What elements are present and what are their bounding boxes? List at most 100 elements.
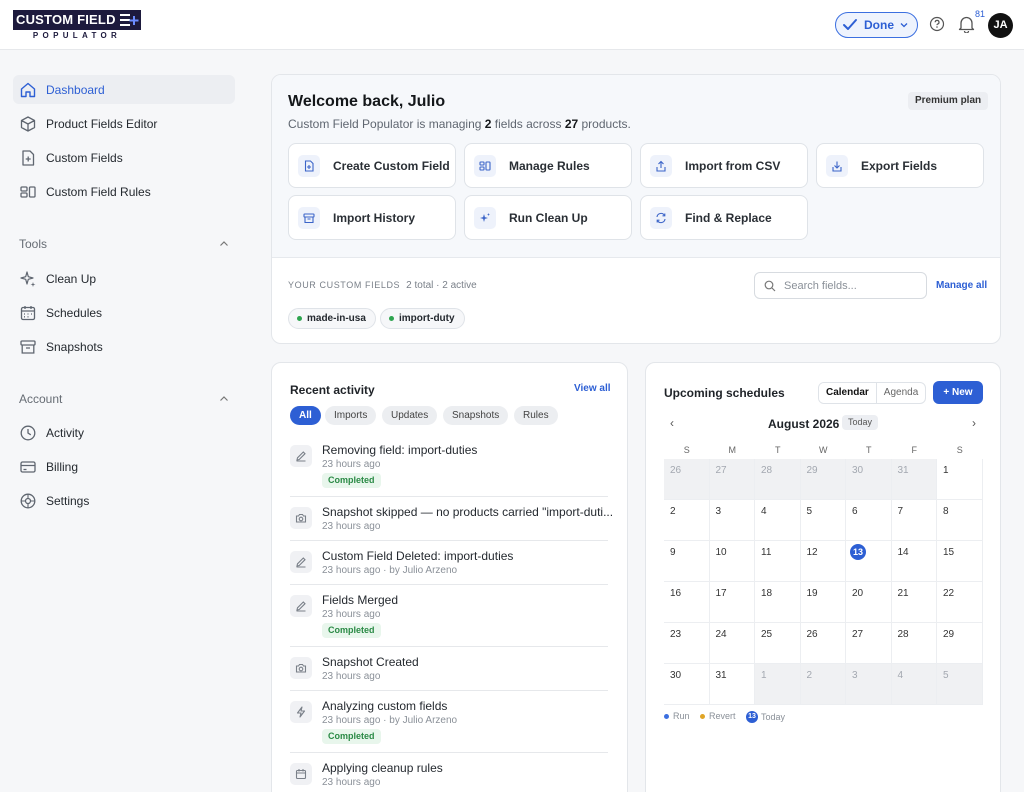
tab-all[interactable]: All [290,406,321,425]
divider [290,584,608,585]
tab-agenda[interactable]: Agenda [877,383,925,403]
bell-icon[interactable] [958,15,975,33]
import-from-csv-button[interactable]: Import from CSV [640,143,808,188]
field-chip-import-duty[interactable]: import-duty [380,308,465,329]
sidebar-item-activity[interactable]: Activity [13,418,235,447]
calendar-day[interactable]: 6 [846,500,892,541]
next-month-button[interactable]: › [972,416,976,430]
top-bar: CUSTOM FIELD POPULATOR Done 81 JA [0,0,1024,50]
day-number: 21 [897,588,909,599]
day-number: 3 [715,506,722,517]
action-label: Import History [333,210,416,225]
run-clean-up-button[interactable]: Run Clean Up [464,195,632,240]
sidebar-item-clean-up[interactable]: Clean Up [13,264,235,293]
calendar-day[interactable]: 7 [891,500,937,541]
tab-imports[interactable]: Imports [325,406,377,425]
calendar-day[interactable]: 17 [709,582,755,623]
calendar-day[interactable]: 2 [664,500,710,541]
tools-heading: Tools [19,237,48,251]
calendar-day[interactable]: 2 [800,664,846,705]
export-fields-button[interactable]: Export Fields [816,143,984,188]
calendar-day[interactable]: 1 [755,664,801,705]
tab-rules[interactable]: Rules [514,406,558,425]
calendar-day[interactable]: 28 [891,623,937,664]
done-button[interactable]: Done [835,12,918,38]
tab-updates[interactable]: Updates [382,406,438,425]
sidebar-item-billing[interactable]: Billing [13,452,235,481]
calendar-day[interactable]: 30 [846,459,892,500]
sidebar-item-product-fields-editor[interactable]: Product Fields Editor [13,109,235,138]
calendar-day[interactable]: 19 [800,582,846,623]
calendar-day[interactable]: 12 [800,541,846,582]
manage-rules-button[interactable]: Manage Rules [464,143,632,188]
calendar-day[interactable]: 27 [709,459,755,500]
sidebar-item-custom-field-rules[interactable]: Custom Field Rules [13,177,235,206]
calendar-day[interactable]: 25 [755,623,801,664]
day-number: 31 [897,465,909,476]
calendar-day[interactable]: 26 [664,459,710,500]
calendar-day[interactable]: 27 [846,623,892,664]
calendar-day[interactable]: 24 [709,623,755,664]
calendar-day[interactable]: 5 [800,500,846,541]
sidebar-item-dashboard[interactable]: Dashboard [13,75,235,104]
day-number: 29 [806,465,818,476]
find-and-replace-button[interactable]: Find & Replace [640,195,808,240]
calendar-day[interactable]: 5 [937,664,983,705]
sidebar-item-snapshots[interactable]: Snapshots [13,332,235,361]
calendar-day[interactable]: 15 [937,541,983,582]
sidebar-item-custom-fields[interactable]: Custom Fields [13,143,235,172]
calendar-day[interactable]: 30 [664,664,710,705]
prev-month-button[interactable]: ‹ [670,416,674,430]
sidebar-item-settings[interactable]: Settings [13,486,235,515]
manage-all-link[interactable]: Manage all [936,280,987,291]
calendar-day[interactable]: 1 [937,459,983,500]
today-button[interactable]: Today [842,415,879,430]
custom-fields-heading: YOUR CUSTOM FIELDS 2 total · 2 active [288,280,477,291]
day-number: 22 [943,588,955,599]
tab-calendar[interactable]: Calendar [819,383,877,403]
account-section-header[interactable]: Account [19,392,229,406]
calendar-day[interactable]: 26 [800,623,846,664]
import-history-button[interactable]: Import History [288,195,456,240]
calendar-day[interactable]: 29 [937,623,983,664]
day-number: 30 [670,670,682,681]
day-number: 7 [897,506,904,517]
calendar-day[interactable]: 23 [664,623,710,664]
tools-section-header[interactable]: Tools [19,237,229,251]
calendar-day[interactable]: 14 [891,541,937,582]
calendar-day[interactable]: 11 [755,541,801,582]
create-custom-field-button[interactable]: Create Custom Field [288,143,456,188]
calendar-day[interactable]: 22 [937,582,983,623]
weekday-label: S [956,445,963,455]
tab-snapshots[interactable]: Snapshots [443,406,509,425]
calendar-day[interactable]: 8 [937,500,983,541]
sidebar-item-schedules[interactable]: Schedules [13,298,235,327]
search-input[interactable] [784,279,914,292]
user-avatar[interactable]: JA [988,13,1013,38]
notification-count: 81 [975,9,986,19]
calendar-day-today[interactable]: 13 [846,541,892,582]
help-icon[interactable] [929,16,945,32]
calendar-day[interactable]: 31 [891,459,937,500]
calendar-day[interactable]: 18 [755,582,801,623]
calendar-day[interactable]: 3 [709,500,755,541]
day-number: 27 [715,465,727,476]
search-fields[interactable] [754,272,927,299]
action-label: Run Clean Up [509,210,588,225]
calendar-day[interactable]: 9 [664,541,710,582]
calendar-day[interactable]: 3 [846,664,892,705]
app-logo[interactable]: CUSTOM FIELD POPULATOR [13,10,141,40]
calendar-day[interactable]: 16 [664,582,710,623]
calendar-day[interactable]: 20 [846,582,892,623]
calendar-day[interactable]: 4 [755,500,801,541]
view-all-link[interactable]: View all [574,383,611,394]
new-schedule-button[interactable]: + New [933,381,983,404]
calendar-day[interactable]: 31 [709,664,755,705]
calendar-day[interactable]: 10 [709,541,755,582]
action-label: Import from CSV [685,158,781,173]
calendar-day[interactable]: 4 [891,664,937,705]
field-chip-made-in-usa[interactable]: made-in-usa [288,308,376,329]
calendar-day[interactable]: 21 [891,582,937,623]
calendar-day[interactable]: 29 [800,459,846,500]
calendar-day[interactable]: 28 [755,459,801,500]
